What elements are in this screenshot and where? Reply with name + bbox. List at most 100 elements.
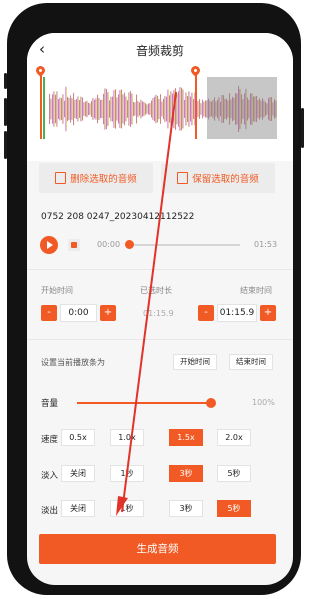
- waveform-bar: [64, 100, 66, 118]
- volume-slider-track[interactable]: [77, 402, 211, 404]
- waveform-bar: [149, 103, 151, 115]
- title-bar: ‹ 音频裁剪: [27, 33, 293, 65]
- waveform-bar: [167, 89, 169, 129]
- waveform-bar: [140, 99, 142, 119]
- set-end-time-button[interactable]: 结束时间: [229, 354, 273, 370]
- waveform-bar: [95, 98, 97, 120]
- waveform-bar: [152, 98, 154, 120]
- audio-player: 00:00 01:53: [27, 229, 293, 261]
- waveform-bar: [175, 88, 177, 130]
- waveform-bar: [106, 88, 108, 130]
- waveform-bar: [62, 94, 64, 124]
- keep-selection-button[interactable]: 保留选取的音频: [161, 163, 275, 193]
- waveform-bar: [83, 102, 85, 116]
- waveform-bar: [191, 92, 193, 126]
- waveform-bar: [121, 89, 123, 129]
- waveform-bar: [130, 91, 132, 127]
- end-time-input[interactable]: 01:15.9: [217, 304, 257, 322]
- speed-option[interactable]: 1.5x: [169, 429, 203, 446]
- waveform-bar: [139, 102, 141, 116]
- phone-body: ‹ 音频裁剪 删除选取的音频 保留选取的音频 0752 208 0247_202…: [4, 3, 304, 595]
- waveform-bar: [197, 101, 199, 117]
- end-handle-line[interactable]: [195, 73, 197, 139]
- fade-in-option[interactable]: 关闭: [61, 465, 95, 482]
- waveform-bar: [59, 97, 61, 121]
- generate-audio-button[interactable]: 生成音频: [39, 534, 276, 564]
- waveform-bar: [49, 93, 51, 125]
- waveform-bar: [52, 94, 54, 124]
- waveform-bar: [163, 98, 165, 120]
- waveform-bar: [164, 95, 166, 123]
- playback-progress-thumb[interactable]: [125, 240, 134, 249]
- waveform-bar: [92, 98, 94, 120]
- waveform-bar: [172, 93, 174, 125]
- speed-label: 速度: [41, 435, 59, 445]
- total-time: 01:53: [254, 240, 278, 249]
- fade-out-option[interactable]: 1秒: [110, 500, 144, 517]
- waveform-bar: [160, 94, 162, 124]
- waveform-bar: [85, 101, 87, 117]
- end-time-increment-button[interactable]: +: [260, 305, 276, 321]
- fade-in-option[interactable]: 3秒: [169, 465, 203, 482]
- fade-out-option[interactable]: 关闭: [61, 500, 95, 517]
- waveform-bar: [181, 87, 183, 131]
- start-time-input[interactable]: 0:00: [60, 304, 97, 322]
- waveform-bar: [113, 90, 115, 128]
- volume-label: 音量: [41, 399, 59, 409]
- waveform-bar: [116, 97, 118, 121]
- waveform-bar: [109, 100, 111, 118]
- waveform-bar: [58, 99, 60, 119]
- phone-side-button: [4, 131, 7, 159]
- waveform-bar: [178, 91, 180, 127]
- selection-region[interactable]: [207, 77, 277, 139]
- play-button[interactable]: [40, 236, 58, 254]
- waveform-bar: [127, 100, 129, 118]
- playback-progress-track[interactable]: [129, 244, 240, 246]
- waveform-bar: [101, 99, 103, 119]
- waveform-bar: [125, 96, 127, 122]
- waveform-bar: [131, 93, 133, 125]
- start-time-decrement-button[interactable]: -: [41, 305, 57, 321]
- waveform-bar: [103, 93, 105, 125]
- phone-side-button: [301, 108, 304, 148]
- speed-option[interactable]: 2.0x: [217, 429, 251, 446]
- waveform-bar: [100, 99, 102, 119]
- waveform-bar: [55, 94, 57, 124]
- keep-selection-label: 保留选取的音频: [192, 174, 259, 185]
- waveform-bar: [182, 89, 184, 129]
- speed-option[interactable]: 0.5x: [61, 429, 95, 446]
- fade-out-option[interactable]: 5秒: [217, 500, 251, 517]
- waveform-bar: [88, 102, 90, 116]
- volume-slider-thumb[interactable]: [206, 398, 216, 408]
- waveform-bar: [155, 94, 157, 124]
- waveform-bar: [184, 99, 186, 119]
- waveform-bar: [158, 98, 160, 120]
- end-time-decrement-button[interactable]: -: [198, 305, 214, 321]
- fade-in-option[interactable]: 5秒: [217, 465, 251, 482]
- fade-out-option[interactable]: 3秒: [169, 500, 203, 517]
- fade-in-option[interactable]: 1秒: [110, 465, 144, 482]
- start-time-increment-button[interactable]: +: [100, 305, 116, 321]
- waveform-bar: [202, 99, 204, 119]
- waveform-bar: [146, 104, 148, 114]
- speed-option[interactable]: 1.0x: [110, 429, 144, 446]
- waveform-bar: [188, 91, 190, 127]
- stop-button[interactable]: [68, 239, 80, 251]
- waveform-bar: [136, 94, 138, 124]
- save-icon: [177, 172, 189, 184]
- start-handle-line[interactable]: [40, 73, 42, 139]
- waveform-bar: [56, 91, 58, 127]
- waveform-bar: [133, 101, 135, 117]
- waveform-bar: [89, 103, 91, 115]
- delete-selection-button[interactable]: 删除选取的音频: [39, 163, 153, 193]
- waveform-bar: [173, 89, 175, 129]
- waveform-bar: [50, 98, 52, 120]
- trash-icon: [55, 172, 67, 184]
- waveform-bar: [124, 92, 126, 126]
- waveform-bar: [104, 88, 106, 130]
- selected-duration-label: 已选时长: [140, 286, 172, 295]
- fade-out-label: 淡出: [41, 506, 59, 516]
- screenshot-frame: ‹ 音频裁剪 删除选取的音频 保留选取的音频 0752 208 0247_202…: [0, 0, 307, 599]
- waveform-bar: [80, 96, 82, 122]
- set-start-time-button[interactable]: 开始时间: [173, 354, 217, 370]
